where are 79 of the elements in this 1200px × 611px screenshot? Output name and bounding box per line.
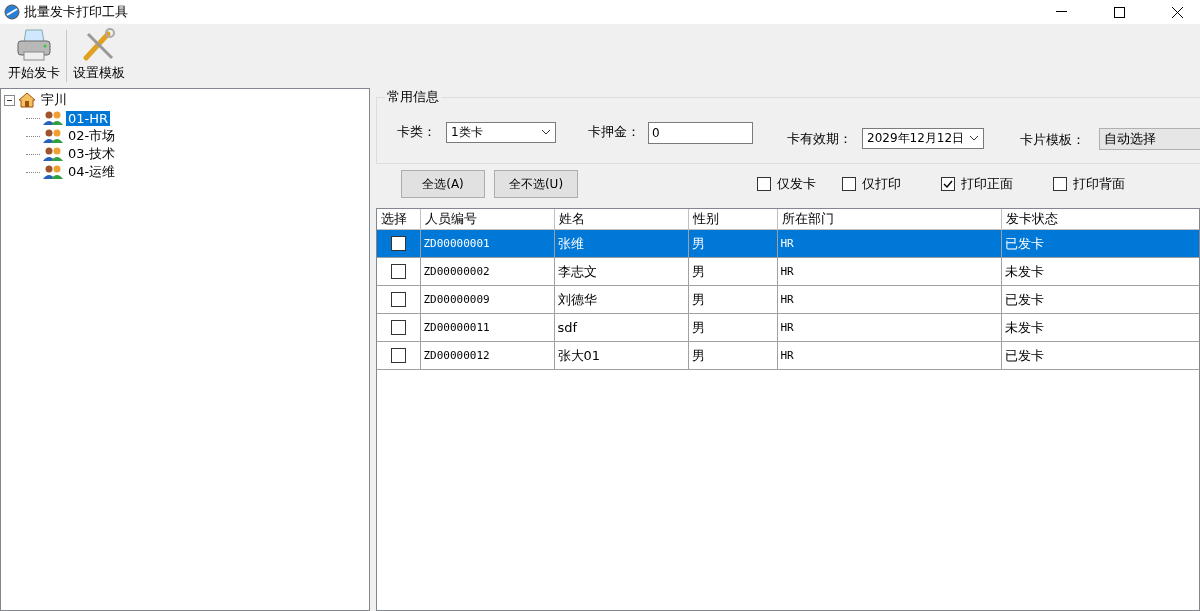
close-icon xyxy=(1171,6,1183,18)
table-row[interactable]: ZD00000001 张维 男 HR 已发卡 xyxy=(377,229,1199,258)
field-label: 卡类： xyxy=(397,123,436,141)
table-cell: sdf xyxy=(554,313,688,342)
table-row[interactable]: ZD00000011 sdf 男 HR 未发卡 xyxy=(377,313,1199,342)
table-cell: ZD00000001 xyxy=(420,229,554,258)
table-cell: HR xyxy=(777,313,1001,342)
table-cell: 男 xyxy=(688,285,777,314)
toolbar-button[interactable]: 设置模板 xyxy=(69,24,129,88)
row-checkbox[interactable] xyxy=(390,348,406,363)
people-icon xyxy=(43,146,63,162)
window-title: 批量发卡打印工具 xyxy=(24,3,129,21)
minimize-icon xyxy=(1055,11,1067,13)
caret-icon xyxy=(969,135,979,141)
people-icon xyxy=(43,164,63,180)
field-label: 卡片模板： xyxy=(1020,131,1085,149)
table-cell: ZD00000009 xyxy=(420,285,554,314)
table-cell: 未发卡 xyxy=(1001,257,1199,286)
table-row[interactable]: ZD00000002 李志文 男 HR 未发卡 xyxy=(377,257,1199,286)
column-header[interactable]: 性别 xyxy=(688,209,777,230)
column-header[interactable]: 所在部门 xyxy=(777,209,1001,230)
column-header[interactable]: 人员编号 xyxy=(420,209,554,230)
field-label: 卡押金： xyxy=(588,123,640,141)
maximize-icon xyxy=(1113,6,1125,18)
column-header[interactable]: 选择 xyxy=(377,209,420,230)
table-cell: 李志文 xyxy=(554,257,688,286)
group-title: 常用信息 xyxy=(386,88,440,106)
table-cell: ZD00000012 xyxy=(420,341,554,370)
table-cell: 男 xyxy=(688,341,777,370)
printer-icon xyxy=(16,28,52,62)
deposit-input[interactable]: 0 xyxy=(648,122,753,144)
row-checkbox[interactable] xyxy=(390,292,406,307)
tree-item[interactable]: 02-市场 xyxy=(66,127,118,145)
collapse-toggle[interactable] xyxy=(4,94,15,106)
table-cell: ZD00000011 xyxy=(420,313,554,342)
check-icon xyxy=(943,179,953,189)
table-cell: 男 xyxy=(688,257,777,286)
table-cell: 男 xyxy=(688,313,777,342)
table-cell: 未发卡 xyxy=(1001,313,1199,342)
table-cell: ZD00000002 xyxy=(420,257,554,286)
table-cell: 刘德华 xyxy=(554,285,688,314)
tree-item[interactable]: 宇川 xyxy=(39,91,69,109)
toolbar-button[interactable]: 开始发卡 xyxy=(4,24,64,88)
select-button[interactable]: 全不选(U) xyxy=(494,170,578,198)
tools-icon xyxy=(82,28,116,62)
table-cell: 已发卡 xyxy=(1001,285,1199,314)
column-header[interactable]: 发卡状态 xyxy=(1001,209,1199,230)
table-cell: HR xyxy=(777,285,1001,314)
table-cell: HR xyxy=(777,257,1001,286)
row-checkbox[interactable] xyxy=(390,320,406,335)
table-row[interactable]: ZD00000009 刘德华 男 HR 已发卡 xyxy=(377,285,1199,314)
table-cell: HR xyxy=(777,341,1001,370)
table-cell: 张维 xyxy=(554,229,688,258)
tree-item[interactable]: 01-HR xyxy=(66,110,111,126)
people-icon xyxy=(43,128,63,144)
table-cell: 男 xyxy=(688,229,777,258)
people-icon xyxy=(43,110,63,126)
field-label: 卡有效期： xyxy=(787,130,852,148)
tree-item[interactable]: 04-运维 xyxy=(66,163,118,181)
table-row[interactable]: ZD00000012 张大01 男 HR 已发卡 xyxy=(377,341,1199,370)
option-checkbox[interactable]: 仅打印 xyxy=(842,175,901,193)
column-header[interactable]: 姓名 xyxy=(554,209,688,230)
option-checkbox[interactable]: 仅发卡 xyxy=(757,175,816,193)
card-type-dropdown[interactable]: 1类卡 xyxy=(446,121,556,143)
app-icon xyxy=(4,4,20,20)
table-cell: 张大01 xyxy=(554,341,688,370)
table-cell: 已发卡 xyxy=(1001,341,1199,370)
option-checkbox[interactable]: 打印背面 xyxy=(1053,175,1125,193)
template-dropdown[interactable]: 自动选择 xyxy=(1099,128,1200,150)
table-cell: HR xyxy=(777,229,1001,258)
caret-icon xyxy=(541,129,551,135)
tree-item[interactable]: 03-技术 xyxy=(66,145,118,163)
row-checkbox[interactable] xyxy=(390,264,406,279)
row-checkbox[interactable] xyxy=(390,236,406,251)
table-cell: 已发卡 xyxy=(1001,229,1199,258)
select-button[interactable]: 全选(A) xyxy=(401,170,485,198)
expiry-date-picker[interactable]: 2029年12月12日 xyxy=(862,127,984,149)
option-checkbox[interactable]: 打印正面 xyxy=(941,175,1013,193)
house-icon xyxy=(18,92,36,108)
